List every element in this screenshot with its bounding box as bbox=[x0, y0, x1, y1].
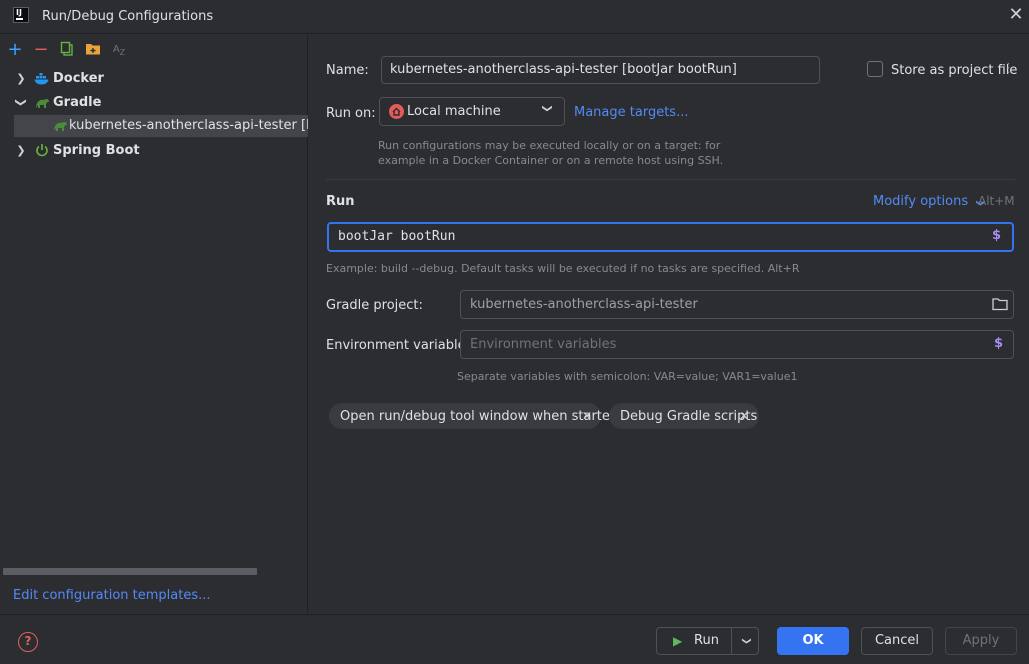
sort-az-icon[interactable]: AZ bbox=[110, 41, 128, 59]
manage-targets-link[interactable]: Manage targets... bbox=[574, 105, 688, 120]
chevron-down-icon: ❯ bbox=[541, 104, 553, 113]
close-icon[interactable]: ✕ bbox=[582, 409, 592, 423]
chevron-down-icon[interactable]: ❯ bbox=[15, 97, 28, 109]
copy-icon[interactable] bbox=[58, 41, 76, 59]
tasks-field[interactable]: bootJar bootRun $ bbox=[327, 222, 1014, 252]
env-vars-field[interactable]: Environment variables $ bbox=[460, 330, 1014, 359]
folder-icon[interactable] bbox=[992, 297, 1008, 315]
remove-icon[interactable]: − bbox=[32, 41, 50, 59]
modify-options-link[interactable]: Modify options ❯ bbox=[873, 194, 985, 209]
dollar-icon[interactable]: $ bbox=[992, 228, 1001, 243]
dollar-icon[interactable]: $ bbox=[994, 336, 1003, 351]
gradle-icon bbox=[52, 119, 68, 137]
run-on-hint-2: example in a Docker Container or on a re… bbox=[378, 154, 724, 167]
run-on-dropdown[interactable]: Local machine ❯ bbox=[379, 97, 565, 126]
gradle-project-label: Gradle project: bbox=[326, 298, 423, 313]
tasks-hint: Example: build --debug. Default tasks wi… bbox=[326, 262, 800, 275]
new-folder-icon[interactable] bbox=[84, 41, 102, 59]
option-chip-open-tool-window: Open run/debug tool window when started … bbox=[329, 403, 618, 429]
docker-icon bbox=[34, 71, 50, 89]
gradle-project-field[interactable]: kubernetes-anotherclass-api-tester bbox=[460, 290, 1014, 319]
dialog-button-bar: ? ▶ Run ❯ OK Cancel Apply bbox=[0, 614, 1029, 664]
cancel-button[interactable]: Cancel bbox=[861, 627, 933, 655]
more-vertical-icon[interactable]: ⋮ bbox=[1002, 61, 1015, 76]
window-title: Run/Debug Configurations bbox=[42, 9, 214, 24]
name-label: Name: bbox=[326, 63, 369, 78]
chevron-right-icon[interactable]: ❯ bbox=[15, 144, 27, 157]
tree-item-label: kubernetes-anotherclass-api-tester [boot… bbox=[69, 118, 308, 133]
configuration-form: Name: kubernetes-anotherclass-api-tester… bbox=[309, 35, 1029, 613]
play-icon: ▶ bbox=[673, 634, 683, 648]
run-button[interactable]: ▶ Run bbox=[657, 628, 731, 654]
edit-templates-link[interactable]: Edit configuration templates... bbox=[13, 588, 211, 603]
tree-item-gradle[interactable]: Gradle bbox=[53, 95, 101, 110]
option-chip-debug-gradle: Debug Gradle scripts ✕ bbox=[609, 403, 759, 429]
help-icon[interactable]: ? bbox=[18, 632, 38, 652]
tree-item-docker[interactable]: Docker bbox=[53, 71, 104, 86]
modify-options-shortcut: Alt+M bbox=[978, 194, 1015, 208]
env-vars-label: Environment variables: bbox=[326, 338, 477, 353]
ok-button[interactable]: OK bbox=[777, 627, 849, 655]
run-on-label: Run on: bbox=[326, 106, 376, 121]
apply-button[interactable]: Apply bbox=[945, 627, 1017, 655]
tasks-value: bootJar bootRun bbox=[338, 229, 456, 244]
run-section-title: Run bbox=[326, 194, 355, 209]
intellij-icon: IJ bbox=[13, 7, 29, 23]
run-on-hint: Run configurations may be executed local… bbox=[378, 139, 721, 152]
store-project-checkbox[interactable] bbox=[867, 61, 883, 77]
run-split-button: ▶ Run ❯ bbox=[656, 627, 759, 655]
name-field[interactable]: kubernetes-anotherclass-api-tester [boot… bbox=[381, 56, 820, 84]
chevron-down-icon: ❯ bbox=[740, 637, 751, 645]
section-divider bbox=[326, 179, 1015, 180]
add-icon[interactable]: + bbox=[6, 41, 24, 59]
title-bar: IJ Run/Debug Configurations ✕ bbox=[0, 0, 1029, 34]
store-project-label: Store as project file bbox=[891, 63, 1018, 78]
configurations-sidebar: + − AZ ❯ Docker ❯ Gradle kubernetes-anot… bbox=[0, 35, 308, 613]
env-vars-hint: Separate variables with semicolon: VAR=v… bbox=[457, 370, 798, 383]
chevron-right-icon[interactable]: ❯ bbox=[15, 72, 27, 85]
horizontal-scrollbar[interactable] bbox=[3, 568, 257, 575]
close-icon[interactable]: ✕ bbox=[739, 409, 749, 423]
spring-boot-icon bbox=[35, 143, 49, 161]
close-icon[interactable]: ✕ bbox=[1006, 5, 1026, 25]
tree-item-spring-boot[interactable]: Spring Boot bbox=[53, 143, 140, 158]
gradle-icon bbox=[34, 96, 50, 114]
tree-item-selected[interactable]: kubernetes-anotherclass-api-tester [boot… bbox=[14, 115, 308, 137]
run-dropdown-button[interactable]: ❯ bbox=[732, 628, 759, 654]
home-icon bbox=[389, 104, 404, 119]
